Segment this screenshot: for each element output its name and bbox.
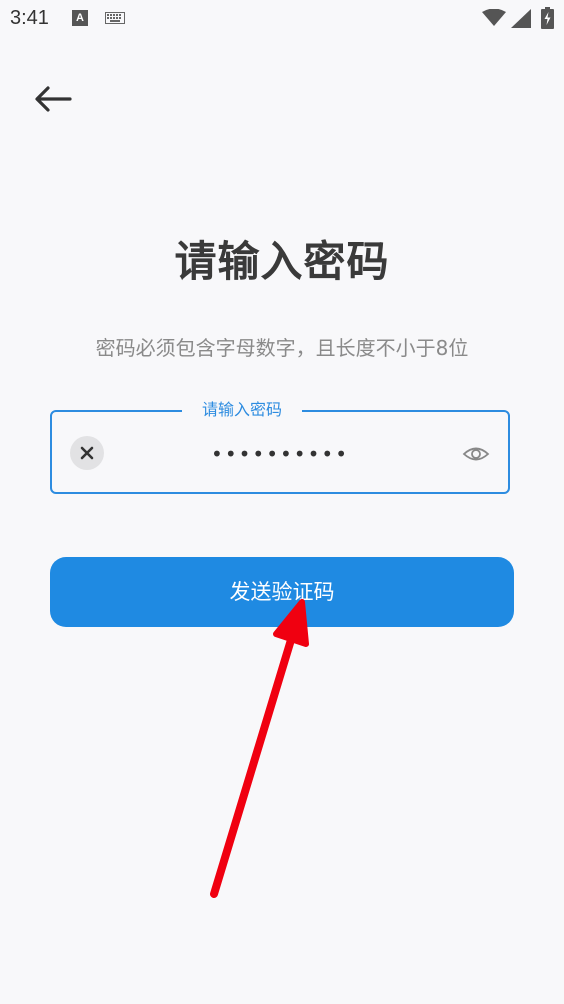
toggle-visibility-button[interactable] bbox=[462, 440, 490, 468]
screen: 3:41 A 请输入密码 密码必须包含字母数字，且长度不小于8位 请输入密码 •… bbox=[0, 0, 564, 1004]
password-field-label: 请输入密码 bbox=[182, 398, 302, 422]
arrow-left-icon bbox=[35, 86, 72, 112]
page-title: 请输入密码 bbox=[174, 237, 390, 286]
send-code-button[interactable]: 发送验证码 bbox=[50, 557, 514, 627]
annotation-arrow-icon bbox=[210, 599, 309, 898]
back-button[interactable] bbox=[30, 80, 78, 118]
wifi-icon bbox=[482, 9, 506, 26]
battery-charging-icon bbox=[541, 7, 554, 29]
keyboard-icon bbox=[105, 12, 125, 24]
status-bar: 3:41 A bbox=[0, 0, 564, 40]
password-hint: 密码必须包含字母数字，且长度不小于8位 bbox=[95, 336, 469, 360]
password-input[interactable]: •••••••••• bbox=[130, 440, 430, 468]
signal-icon bbox=[511, 9, 531, 28]
eye-icon bbox=[462, 447, 490, 461]
a-badge-icon: A bbox=[72, 10, 88, 26]
status-time: 3:41 bbox=[10, 7, 49, 29]
clear-button[interactable] bbox=[70, 436, 104, 470]
close-icon bbox=[80, 446, 94, 460]
